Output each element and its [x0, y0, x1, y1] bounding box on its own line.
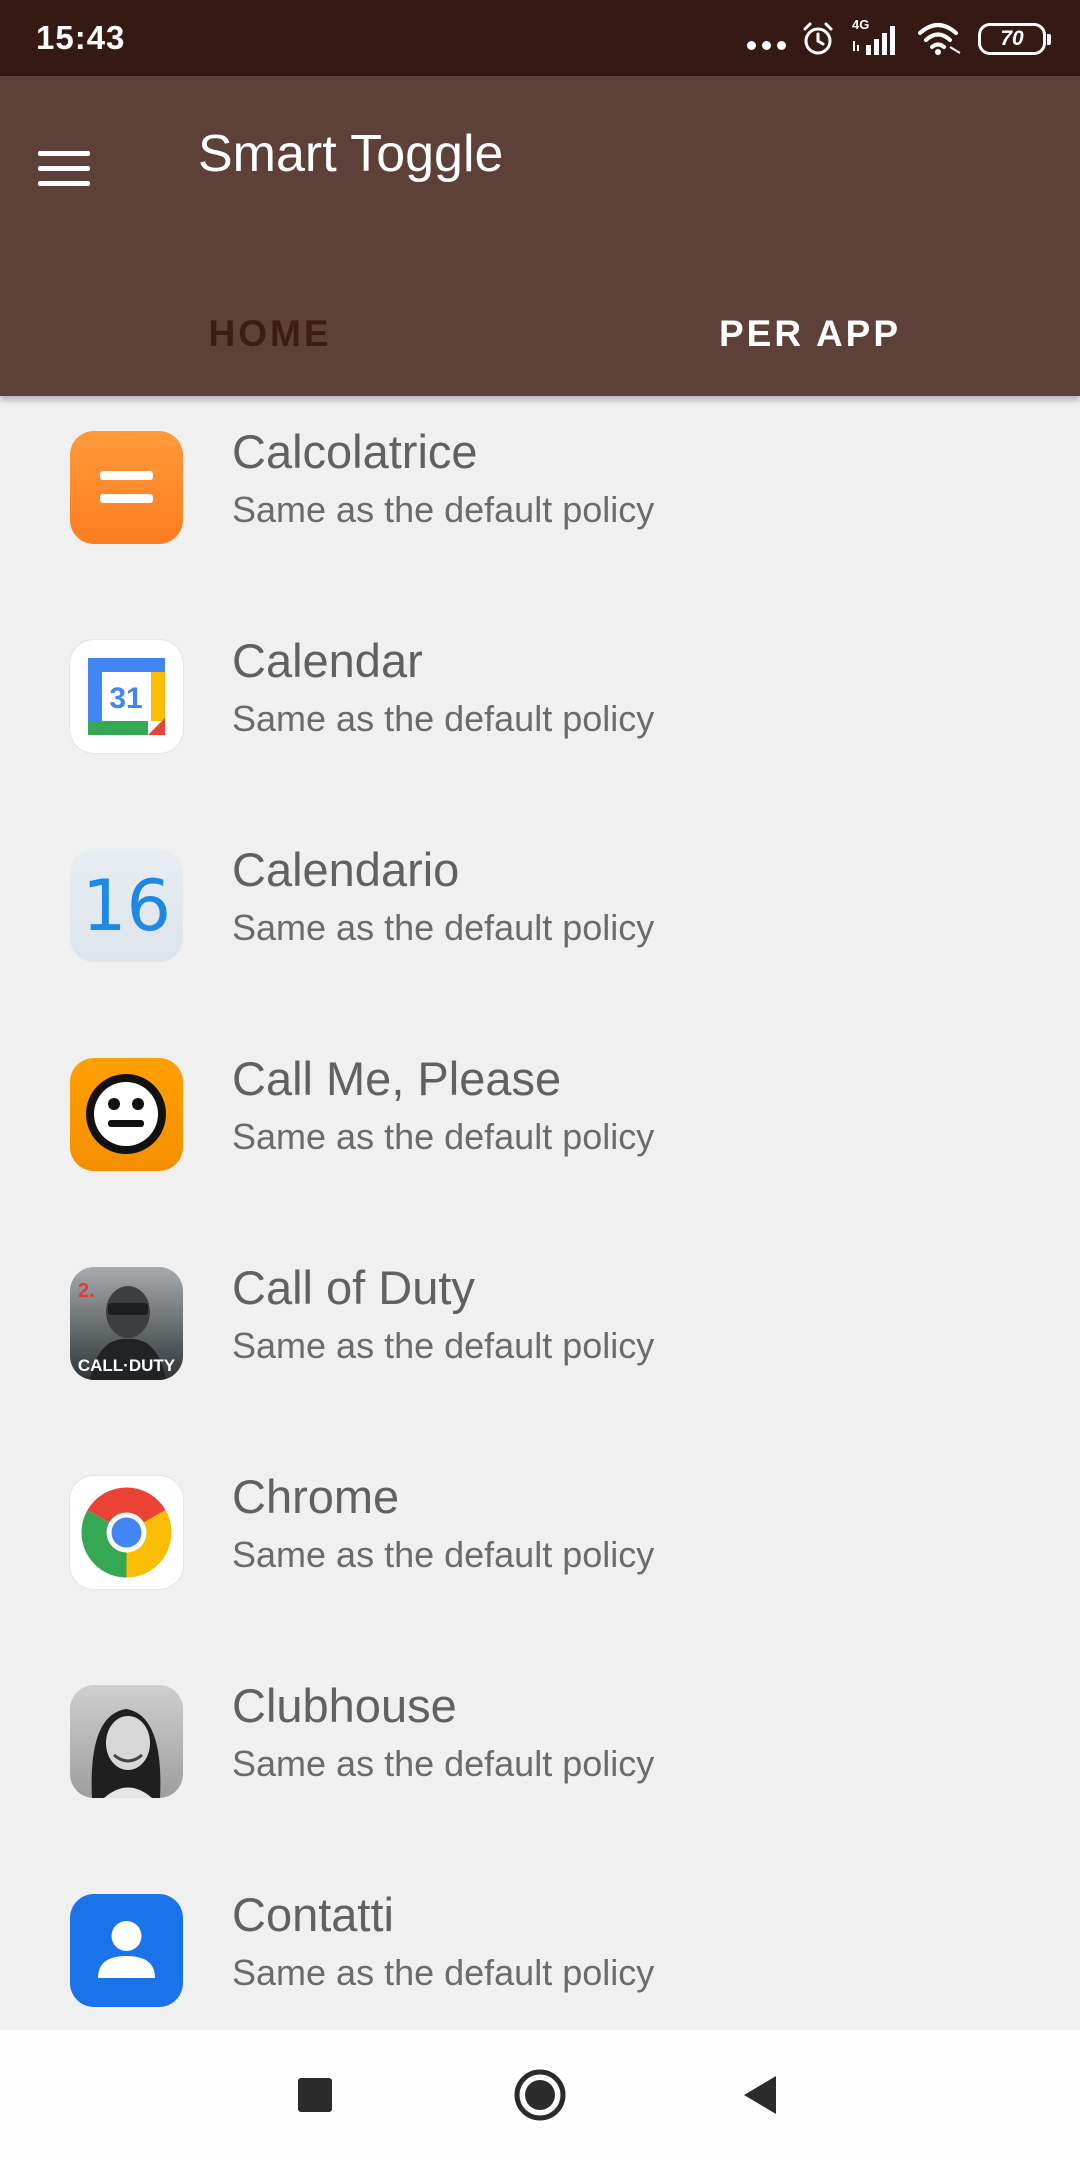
clubhouse-icon [70, 1685, 183, 1798]
app-name: Call of Duty [232, 1261, 475, 1314]
game-logo-text: CALL·DUTY [77, 1356, 176, 1375]
call-of-duty-icon: 2. CALL·DUTY [70, 1267, 183, 1380]
tab-bar: HOME PER APP [0, 272, 1080, 396]
status-time: 15:43 [36, 19, 126, 56]
status-icons: 4G 70 [747, 17, 1051, 60]
app-name: Contatti [232, 1888, 394, 1941]
app-name: Calendar [232, 634, 423, 687]
tab-home[interactable]: HOME [0, 272, 540, 396]
contacts-icon [70, 1894, 183, 2007]
list-item[interactable]: 31 Calendar Same as the default policy [0, 605, 1080, 814]
list-item[interactable]: Chrome Same as the default policy [0, 1441, 1080, 1650]
menu-button[interactable] [38, 128, 118, 208]
app-name: Call Me, Please [232, 1052, 562, 1105]
more-notifications-icon [747, 18, 786, 60]
alarm-icon [803, 22, 833, 55]
app-policy: Same as the default policy [232, 489, 655, 530]
recents-button[interactable] [280, 2060, 350, 2130]
list-item[interactable]: Clubhouse Same as the default policy [0, 1650, 1080, 1859]
app-title: Smart Toggle [198, 125, 504, 183]
chrome-icon [70, 1476, 183, 1589]
back-triangle-icon [744, 2076, 776, 2114]
app-policy: Same as the default policy [232, 1325, 655, 1366]
app-name: Chrome [232, 1470, 400, 1523]
status-bar: 15:43 4G 70 [0, 0, 1080, 76]
hamburger-icon [38, 150, 90, 156]
list-item[interactable]: 16 Calendario Same as the default policy [0, 814, 1080, 1023]
calendar-icon-text: 31 [109, 682, 142, 715]
app-policy: Same as the default policy [232, 1116, 655, 1157]
app-name: Calcolatrice [232, 425, 478, 478]
calculator-icon [70, 431, 183, 544]
svg-text:2.: 2. [78, 1280, 95, 1302]
circle-icon [514, 2069, 566, 2121]
google-calendar-icon: 31 [70, 640, 183, 753]
app-policy: Same as the default policy [232, 698, 655, 739]
wifi-icon [918, 23, 961, 55]
battery-level: 70 [1000, 27, 1024, 50]
calendar-date-text: 16 [81, 865, 172, 947]
list-item[interactable]: 2. CALL·DUTY Call of Duty Same as the de… [0, 1232, 1080, 1441]
tab-per-app[interactable]: PER APP [540, 272, 1080, 396]
app-policy: Same as the default policy [232, 1952, 655, 1993]
calendar-icon: 16 [70, 849, 183, 962]
signal-icon: 4G [850, 17, 902, 57]
list-item[interactable]: Call Me, Please Same as the default poli… [0, 1023, 1080, 1232]
app-policy: Same as the default policy [232, 907, 655, 948]
app-list: Calcolatrice Same as the default policy … [0, 396, 1080, 2030]
home-button[interactable] [505, 2060, 575, 2130]
app-name: Clubhouse [232, 1679, 457, 1732]
app-name: Calendario [232, 843, 460, 896]
back-button[interactable] [725, 2060, 795, 2130]
app-bar: Smart Toggle HOME PER APP [0, 76, 1080, 396]
list-item[interactable]: Calcolatrice Same as the default policy [0, 396, 1080, 605]
app-policy: Same as the default policy [232, 1534, 655, 1575]
app-policy: Same as the default policy [232, 1743, 655, 1784]
smiley-face-icon [70, 1058, 183, 1171]
list-item[interactable]: Contatti Same as the default policy [0, 1859, 1080, 2030]
navigation-bar [0, 2030, 1080, 2160]
square-icon [298, 2078, 332, 2112]
battery-icon: 70 [978, 23, 1051, 55]
